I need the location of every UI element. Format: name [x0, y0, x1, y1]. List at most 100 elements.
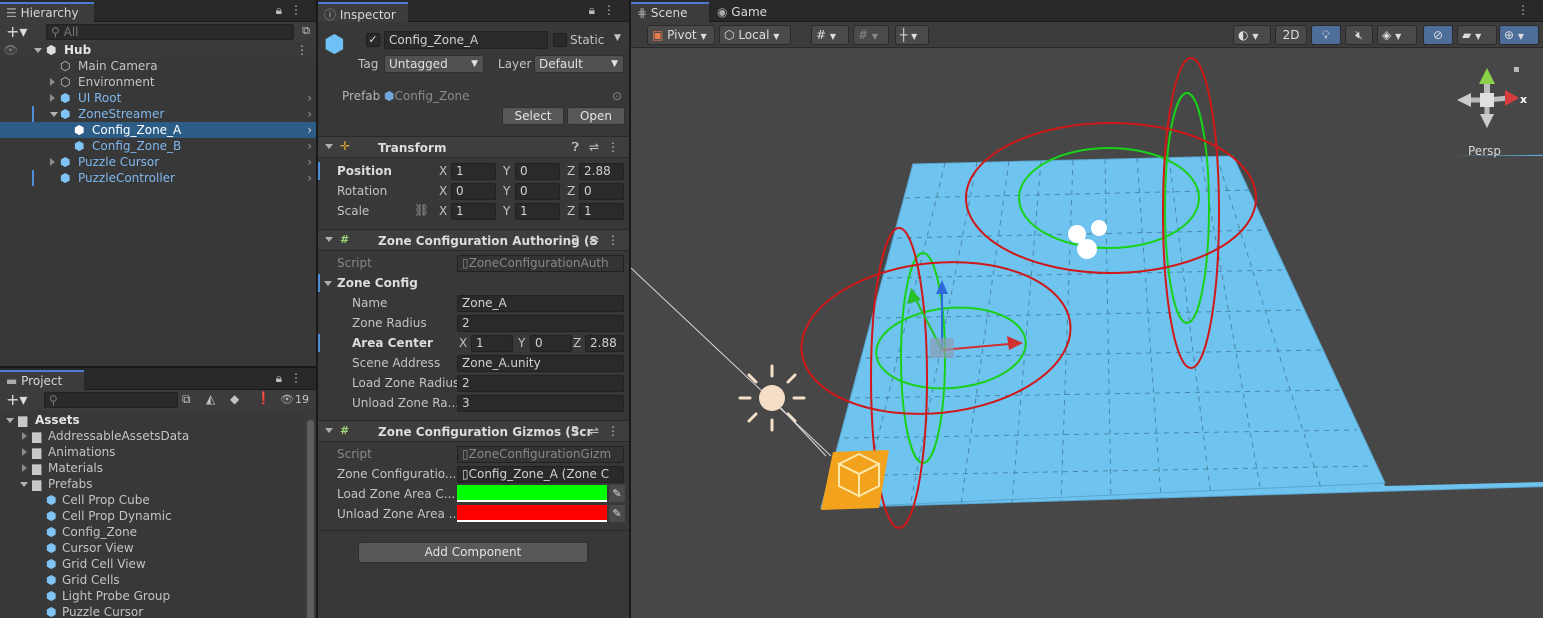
expand-arrow[interactable]	[50, 94, 55, 102]
search-options-icon[interactable]: ⧉	[302, 24, 310, 38]
authoring-header[interactable]: # Zone Configuration Authoring (S ❓︎ ⇌ ⋮	[318, 229, 629, 251]
tree-assets[interactable]: ▆ Assets	[0, 412, 304, 428]
rotation-z-field[interactable]: 0	[579, 183, 624, 200]
scale-y-field[interactable]: 1	[515, 203, 560, 220]
asset-item[interactable]: ⬢ Light Probe Group	[0, 588, 304, 604]
eyedropper-icon[interactable]: ✎	[609, 505, 625, 522]
toggle-2d-button[interactable]: 2D	[1275, 25, 1307, 45]
chevron-right-icon[interactable]: ›	[307, 90, 312, 106]
load-zone-radius-field[interactable]: 2	[457, 375, 624, 392]
asset-item[interactable]: ⬢ Cell Prop Cube	[0, 492, 304, 508]
foldout-arrow[interactable]	[325, 428, 333, 433]
persp-label[interactable]: Persp	[1468, 144, 1501, 158]
position-y-field[interactable]: 0	[515, 163, 560, 180]
prefab-field[interactable]: ⬢Config_Zone ⊙	[384, 87, 624, 105]
local-dropdown[interactable]: ⬡ Local ▼	[719, 25, 791, 45]
asset-item[interactable]: ⬢ Cursor View	[0, 540, 304, 556]
add-icon[interactable]: +▾	[6, 390, 27, 409]
tab-project[interactable]: ▬ Project	[0, 370, 84, 390]
area-center-x-field[interactable]: 1	[471, 335, 513, 352]
object-name-field[interactable]: Config_Zone_A	[384, 31, 548, 49]
chevron-right-icon[interactable]: ›	[307, 170, 312, 186]
more-icon[interactable]: ⋮	[607, 424, 619, 438]
tree-item-environment[interactable]: ⬡ Environment	[0, 74, 316, 90]
chevron-right-icon[interactable]: ›	[307, 122, 312, 138]
expand-arrow[interactable]	[50, 78, 55, 86]
hierarchy-search-input[interactable]: ⚲ All	[46, 24, 294, 40]
inspector-tab-icons[interactable]: 🔒︎⋮	[589, 3, 623, 18]
more-icon[interactable]: ⋮	[607, 233, 619, 247]
area-center-z-field[interactable]: 2.88	[585, 335, 624, 352]
grid-visibility-button[interactable]: # ▼	[853, 25, 889, 45]
tab-inspector[interactable]: ⓘ Inspector	[318, 2, 408, 22]
scrollbar-thumb[interactable]	[307, 420, 314, 618]
more-icon[interactable]: ⋮	[290, 3, 310, 17]
add-icon[interactable]: +▾	[6, 22, 27, 41]
visibility-icon[interactable]: 👁︎	[3, 42, 18, 58]
chevron-right-icon[interactable]: ›	[307, 106, 312, 122]
folder-prefabs[interactable]: ▆ Prefabs	[0, 476, 304, 492]
pivot-dropdown[interactable]: ▣ Pivot ▼	[647, 25, 715, 45]
help-icon[interactable]: ❓︎	[572, 140, 579, 155]
lighting-toggle[interactable]: 💡︎	[1311, 25, 1341, 45]
scale-x-field[interactable]: 1	[451, 203, 496, 220]
tree-item-config-zone-b[interactable]: ⬢ Config_Zone_B ›	[0, 138, 316, 154]
tree-item-config-zone-a[interactable]: ⬢ Config_Zone_A ›	[0, 122, 316, 138]
type-filter-icon[interactable]: ◭	[206, 392, 215, 406]
presets-icon[interactable]: ⇌	[589, 233, 599, 247]
presets-icon[interactable]: ⇌	[589, 140, 599, 154]
rotation-y-field[interactable]: 0	[515, 183, 560, 200]
help-icon[interactable]: ❓︎	[572, 233, 579, 248]
more-icon[interactable]: ⋮	[607, 140, 619, 154]
expand-arrow[interactable]	[34, 48, 42, 53]
lock-icon[interactable]: 🔒︎	[276, 371, 290, 385]
draw-mode-button[interactable]: ◐ ▼	[1233, 25, 1271, 45]
gizmo-lock-icon[interactable]: ▪	[1513, 64, 1520, 75]
tree-item-zonestreamer[interactable]: ⬢ ZoneStreamer ›	[0, 106, 316, 122]
tab-hierarchy[interactable]: ☰ Hierarchy	[0, 2, 94, 22]
foldout-arrow[interactable]	[325, 144, 333, 149]
more-icon[interactable]: ⋮	[1517, 3, 1537, 17]
scene-address-field[interactable]: Zone_A.unity	[457, 355, 624, 372]
asset-item[interactable]: ⬢ Puzzle Cursor	[0, 604, 304, 618]
active-checkbox[interactable]: ✓	[366, 33, 380, 47]
expand-arrow[interactable]	[20, 482, 28, 487]
chevron-right-icon[interactable]: ›	[307, 138, 312, 154]
unload-color-swatch[interactable]	[457, 505, 607, 522]
expand-arrow[interactable]	[22, 432, 27, 440]
camera-dropdown[interactable]: ▰ ▼	[1457, 25, 1497, 45]
label-filter-icon[interactable]: ◆	[230, 392, 239, 406]
asset-item[interactable]: ⬢ Grid Cell View	[0, 556, 304, 572]
expand-arrow[interactable]	[50, 158, 55, 166]
tree-item-ui-root[interactable]: ⬢ UI Root ›	[0, 90, 316, 106]
tab-game[interactable]: ◉ Game	[711, 3, 773, 22]
tree-item-puzzle-cursor[interactable]: ⬢ Puzzle Cursor ›	[0, 154, 316, 170]
project-tab-icons[interactable]: 🔒︎⋮	[276, 371, 310, 386]
tree-item-main-camera[interactable]: ⬡ Main Camera	[0, 58, 316, 74]
position-x-field[interactable]: 1	[451, 163, 496, 180]
unload-zone-radius-field[interactable]: 3	[457, 395, 624, 412]
foldout-arrow[interactable]	[325, 237, 333, 242]
tree-root-hub[interactable]: 👁︎ ⬢ Hub ⋮	[0, 42, 316, 58]
transform-header[interactable]: ✛ Transform ❓︎ ⇌ ⋮	[318, 136, 629, 158]
zone-name-field[interactable]: Zone_A	[457, 295, 624, 312]
project-scrollbar[interactable]	[304, 412, 316, 618]
asset-item[interactable]: ⬢ Config_Zone	[0, 524, 304, 540]
expand-arrow[interactable]	[50, 112, 58, 117]
layer-dropdown[interactable]: Default ▼	[534, 55, 624, 73]
asset-item[interactable]: ⬢ Cell Prop Dynamic	[0, 508, 304, 524]
scene-viewport[interactable]: x Persp ▪	[631, 48, 1543, 616]
more-icon[interactable]: ⋮	[603, 3, 623, 17]
expand-arrow[interactable]	[22, 464, 27, 472]
scene-tab-icons[interactable]: ⋮	[1517, 3, 1537, 17]
effects-dropdown[interactable]: ◈ ▼	[1377, 25, 1417, 45]
hierarchy-tab-icons[interactable]: 🔒︎⋮	[276, 3, 310, 18]
more-icon[interactable]: ⋮	[290, 371, 310, 385]
prefab-open-button[interactable]: Open	[567, 107, 625, 125]
folder-materials[interactable]: ▆ Materials	[0, 460, 304, 476]
increment-snap-button[interactable]: ┼ ▼	[895, 25, 929, 45]
foldout-arrow[interactable]	[324, 281, 332, 286]
presets-icon[interactable]: ⇌	[589, 424, 599, 438]
static-checkbox[interactable]	[553, 33, 567, 47]
search-filter-icon[interactable]: ⧉	[182, 392, 191, 407]
